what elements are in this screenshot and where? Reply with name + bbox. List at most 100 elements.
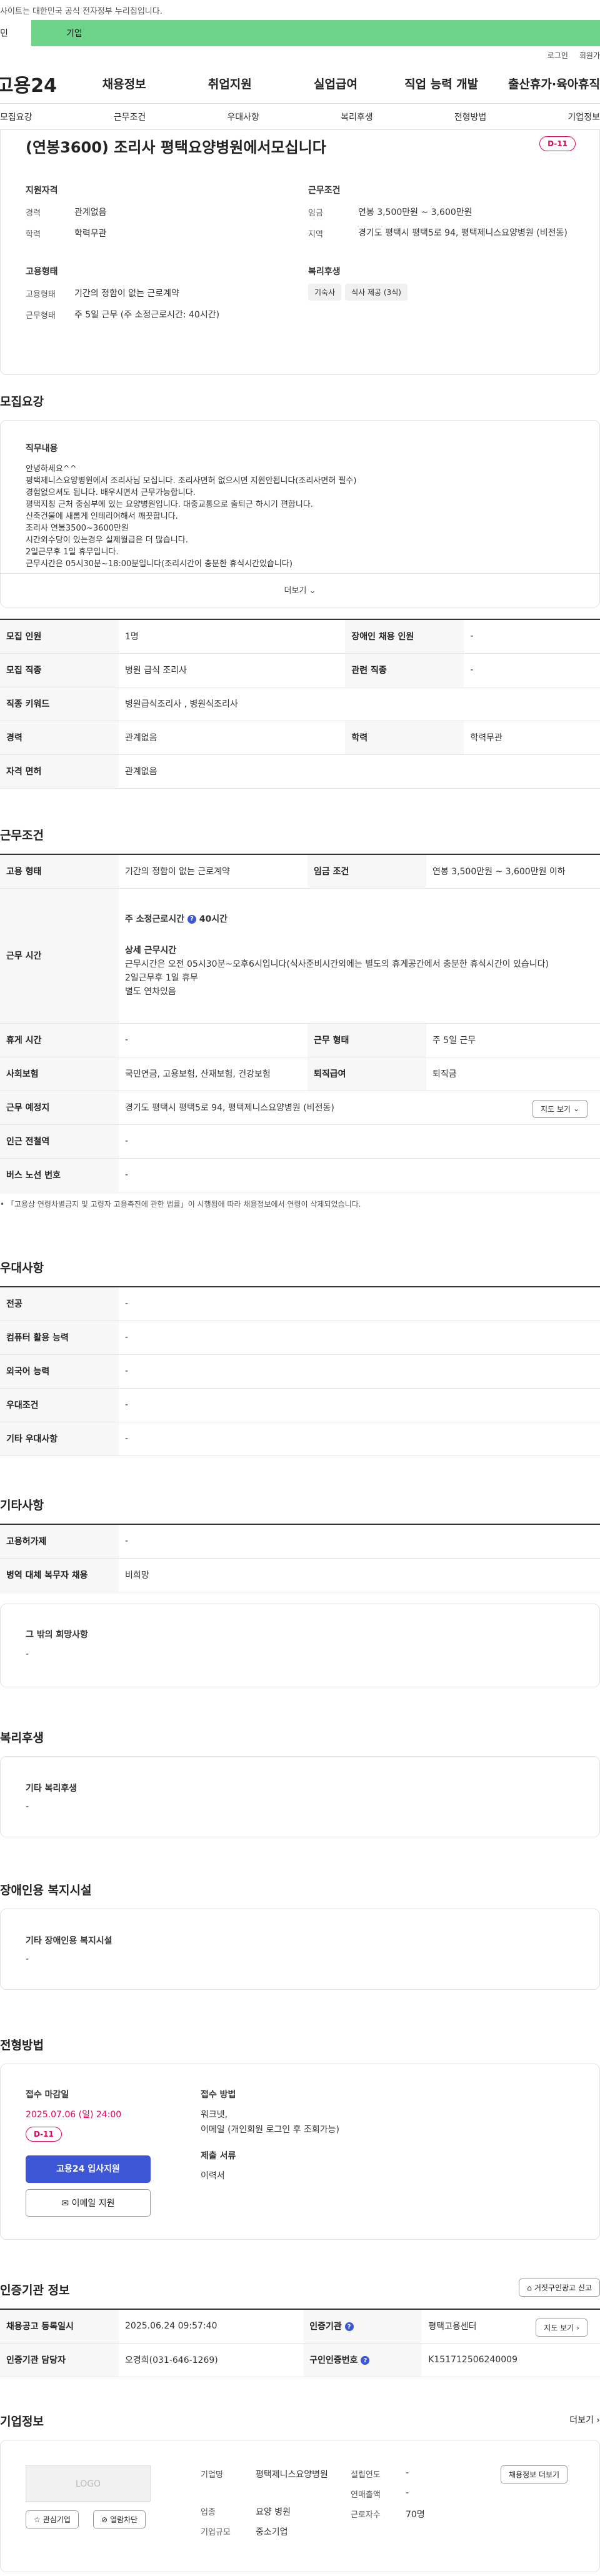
nav-item-unemployment-benefit[interactable]: 실업급여 bbox=[282, 75, 388, 92]
section-anchor-nav: 모집요강 근무조건 우대사항 복리후생 전형방법 기업정보 bbox=[0, 104, 600, 130]
anchor-screening[interactable]: 전형방법 bbox=[454, 111, 487, 123]
work-type-value: 주 5일 근무 (주 소정근로시간: 40시간) bbox=[74, 310, 220, 320]
star-icon: ☆ bbox=[34, 2515, 41, 2524]
help-icon[interactable]: ? bbox=[187, 915, 196, 924]
duty-line: 안녕하세요^^ bbox=[26, 464, 77, 474]
nav-item-employment-support[interactable]: 취업지원 bbox=[177, 75, 282, 92]
global-nav: 고용24 채용정보 취업지원 실업급여 직업 능력 개발 출산휴가·육아휴직 bbox=[0, 64, 600, 104]
favorite-company-button[interactable]: ☆ 관심기업 bbox=[26, 2510, 79, 2529]
utility-bar: 로그인 회원가 bbox=[0, 46, 600, 64]
duty-line: 2일근무후 1일 휴무입니다. bbox=[26, 547, 119, 557]
join-link[interactable]: 회원가 bbox=[579, 50, 600, 61]
table-row: 외국어 능력 - bbox=[0, 1354, 600, 1389]
table-row: 우대조건 - bbox=[0, 1388, 600, 1422]
welfare-chips: 기숙사 식사 제공 (3식) bbox=[308, 284, 411, 301]
chevron-down-icon: ⌄ bbox=[572, 1104, 579, 1113]
audience-tabs: 민 기업 bbox=[0, 20, 600, 46]
duty-line: 시간외수당이 있는경우 실제월급은 더 많습니다. bbox=[26, 536, 188, 545]
tab-individual[interactable]: 민 bbox=[0, 20, 31, 46]
emp-heading: 고용형태 bbox=[26, 267, 58, 277]
hope-box: 그 밖의 희망사항 - bbox=[0, 1604, 600, 1687]
screen-heading: 전형방법 bbox=[0, 2039, 44, 2052]
company-heading: 기업정보 bbox=[0, 2415, 44, 2429]
table-row: 고용허가제 - bbox=[0, 1524, 600, 1559]
benefit-box: 기타 복리후생 - bbox=[0, 1756, 600, 1837]
wage-label: 임금 bbox=[308, 209, 323, 218]
duty-line: 조리사 연봉3500~3600만원 bbox=[26, 524, 129, 533]
anchor-welfare[interactable]: 복리후생 bbox=[341, 111, 373, 123]
anchor-recruit[interactable]: 모집요강 bbox=[0, 111, 32, 123]
duty-line: 경험없으셔도 됩니다. 배우시면서 근무가능합니다. bbox=[26, 488, 196, 497]
agency-heading: 인증기관 정보 bbox=[0, 2284, 70, 2297]
location-label: 지역 bbox=[308, 230, 323, 239]
job-title: (연봉3600) 조리사 평택요양병원에서모십니다 bbox=[26, 139, 326, 156]
location-value: 경기도 평택시 평택5로 94, 평택제니스요양병원 (비전동) bbox=[358, 228, 568, 238]
career-value: 관계없음 bbox=[74, 207, 107, 217]
table-row: 병역 대체 복무자 채용 비희망 bbox=[0, 1558, 600, 1592]
screening-box: 접수 마감일 2025.07.06 (일) 24:00 D-11 고용24 입사… bbox=[0, 2064, 600, 2240]
tab-company[interactable]: 기업 bbox=[31, 20, 600, 46]
table-row: 전공 - bbox=[0, 1286, 600, 1321]
map-view-button[interactable]: 지도 보기 ⌄ bbox=[532, 1099, 588, 1118]
table-row: 모집 인원 1명 장애인 채용 인원 - bbox=[0, 619, 600, 654]
gov-notice-text: 사이트는 대한민국 공식 전자정부 누리집입니다. bbox=[0, 6, 162, 16]
report-fake-ad-button[interactable]: ⌂ 거짓구인광고 신고 bbox=[519, 2279, 600, 2297]
duty-line: 신축건물에 새롭게 인테리어해서 깨끗합니다. bbox=[26, 512, 178, 521]
duty-box: 직무내용 안녕하세요^^ 평택제니스요양병원에서 조리사님 모십니다. 조리사면허… bbox=[0, 420, 600, 607]
welfare-heading: 복리후생 bbox=[308, 267, 341, 277]
more-button[interactable]: 더보기 ⌄ bbox=[1, 573, 599, 608]
table-row: 자격 면허 관계없음 bbox=[0, 754, 600, 789]
agency-map-button[interactable]: 지도 보기 › bbox=[536, 2319, 588, 2337]
table-row: 모집 직종 병원 급식 조리사 관련 직종 - bbox=[0, 653, 600, 687]
emp-type-label: 고용형태 bbox=[26, 290, 56, 299]
site-logo[interactable]: 고용24 bbox=[0, 70, 71, 97]
age-law-note: • 「고용상 연령차별금지 및 고령자 고용촉진에 관한 법률」이 시행됨에 따… bbox=[0, 1200, 361, 1209]
dday-badge: D-11 bbox=[26, 2127, 62, 2142]
apply-button[interactable]: 고용24 입사지원 bbox=[26, 2155, 151, 2183]
login-link[interactable]: 로그인 bbox=[548, 50, 568, 61]
help-icon[interactable]: ? bbox=[344, 2322, 354, 2332]
email-apply-button[interactable]: ✉ 이메일 지원 bbox=[26, 2189, 151, 2217]
dday-badge: D-11 bbox=[539, 136, 576, 151]
disab-box: 기타 장애인용 복지시설 - bbox=[0, 1909, 600, 1990]
work-time-label: 근무 시간 bbox=[0, 888, 119, 1024]
workcond-table: 고용 형태 기간의 정함이 없는 근로계약 임금 조건 연봉 3,500만원 ~ 3,… bbox=[0, 854, 600, 1192]
table-row: 경력 관계없음 학력 학력무관 bbox=[0, 721, 600, 755]
company-jobs-button[interactable]: 채용정보 더보기 bbox=[501, 2465, 568, 2484]
table-row: 컴퓨터 활용 능력 - bbox=[0, 1320, 600, 1355]
work-type-label: 근무형태 bbox=[26, 311, 56, 321]
block-view-button[interactable]: ⊘ 열람차단 bbox=[93, 2510, 146, 2529]
mail-icon: ✉ bbox=[61, 2199, 69, 2209]
duty-text: 안녕하세요^^ 평택제니스요양병원에서 조리사님 모십니다. 조리사면허 없으시면… bbox=[26, 463, 356, 570]
pref-heading: 우대사항 bbox=[0, 1261, 44, 1275]
career-label: 경력 bbox=[26, 209, 41, 218]
agency-table: 채용공고 등록일시 2025.06.24 09:57:40 인증기관 ? 평택고용센터… bbox=[0, 2309, 600, 2377]
company-box: LOGO ☆ 관심기업 ⊘ 열람차단 기업명 평택제니스요양병원 업종 요양 병… bbox=[0, 2440, 600, 2572]
other-table: 고용허가제 - 병역 대체 복무자 채용 비희망 bbox=[0, 1524, 600, 1592]
duty-heading: 직무내용 bbox=[26, 444, 58, 454]
chevron-down-icon: ⌄ bbox=[309, 586, 316, 596]
nav-item-jobs[interactable]: 채용정보 bbox=[71, 75, 177, 92]
home-icon: ⌂ bbox=[527, 2283, 532, 2292]
anchor-preference[interactable]: 우대사항 bbox=[227, 111, 259, 123]
company-more-link[interactable]: 더보기 › bbox=[569, 2414, 600, 2426]
workcond-heading: 근무조건 bbox=[0, 829, 44, 842]
duty-line: 평택제니스요양병원에서 조리사님 모십니다. 조리사면허 없으시면 지원안됩니다… bbox=[26, 476, 357, 486]
wage-value: 연봉 3,500만원 ~ 3,600만원 bbox=[358, 207, 472, 217]
help-icon[interactable]: ? bbox=[361, 2356, 370, 2365]
cond-heading: 근무조건 bbox=[308, 186, 341, 196]
pref-table: 전공 - 컴퓨터 활용 능력 - 외국어 능력 - 우대조건 - 기타 우대사항 - bbox=[0, 1286, 600, 1456]
nav-item-parental-leave[interactable]: 출산휴가·육아휴직 bbox=[494, 75, 600, 92]
other-heading: 기타사항 bbox=[0, 1499, 44, 1512]
edu-label: 학력 bbox=[26, 230, 41, 239]
table-row: 직종 키워드 병원급식조리사 , 병원식조리사 bbox=[0, 687, 600, 721]
disab-heading: 장애인용 복지시설 bbox=[0, 1884, 92, 1897]
anchor-company[interactable]: 기업정보 bbox=[568, 111, 600, 123]
duty-line: 평택지칭 근처 중심부에 있는 요양병원입니다. 대중교통으로 출퇴근 하시기 … bbox=[26, 500, 313, 509]
emp-type-value: 기간의 정함이 없는 근로계약 bbox=[74, 289, 179, 299]
block-icon: ⊘ bbox=[101, 2515, 108, 2524]
recruit-table: 모집 인원 1명 장애인 채용 인원 - 모집 직종 병원 급식 조리사 관련 직종 - 직종 … bbox=[0, 619, 600, 789]
benefit-heading: 복리후생 bbox=[0, 1731, 44, 1745]
nav-item-vocational-training[interactable]: 직업 능력 개발 bbox=[389, 75, 494, 92]
anchor-workcond[interactable]: 근무조건 bbox=[114, 111, 146, 123]
